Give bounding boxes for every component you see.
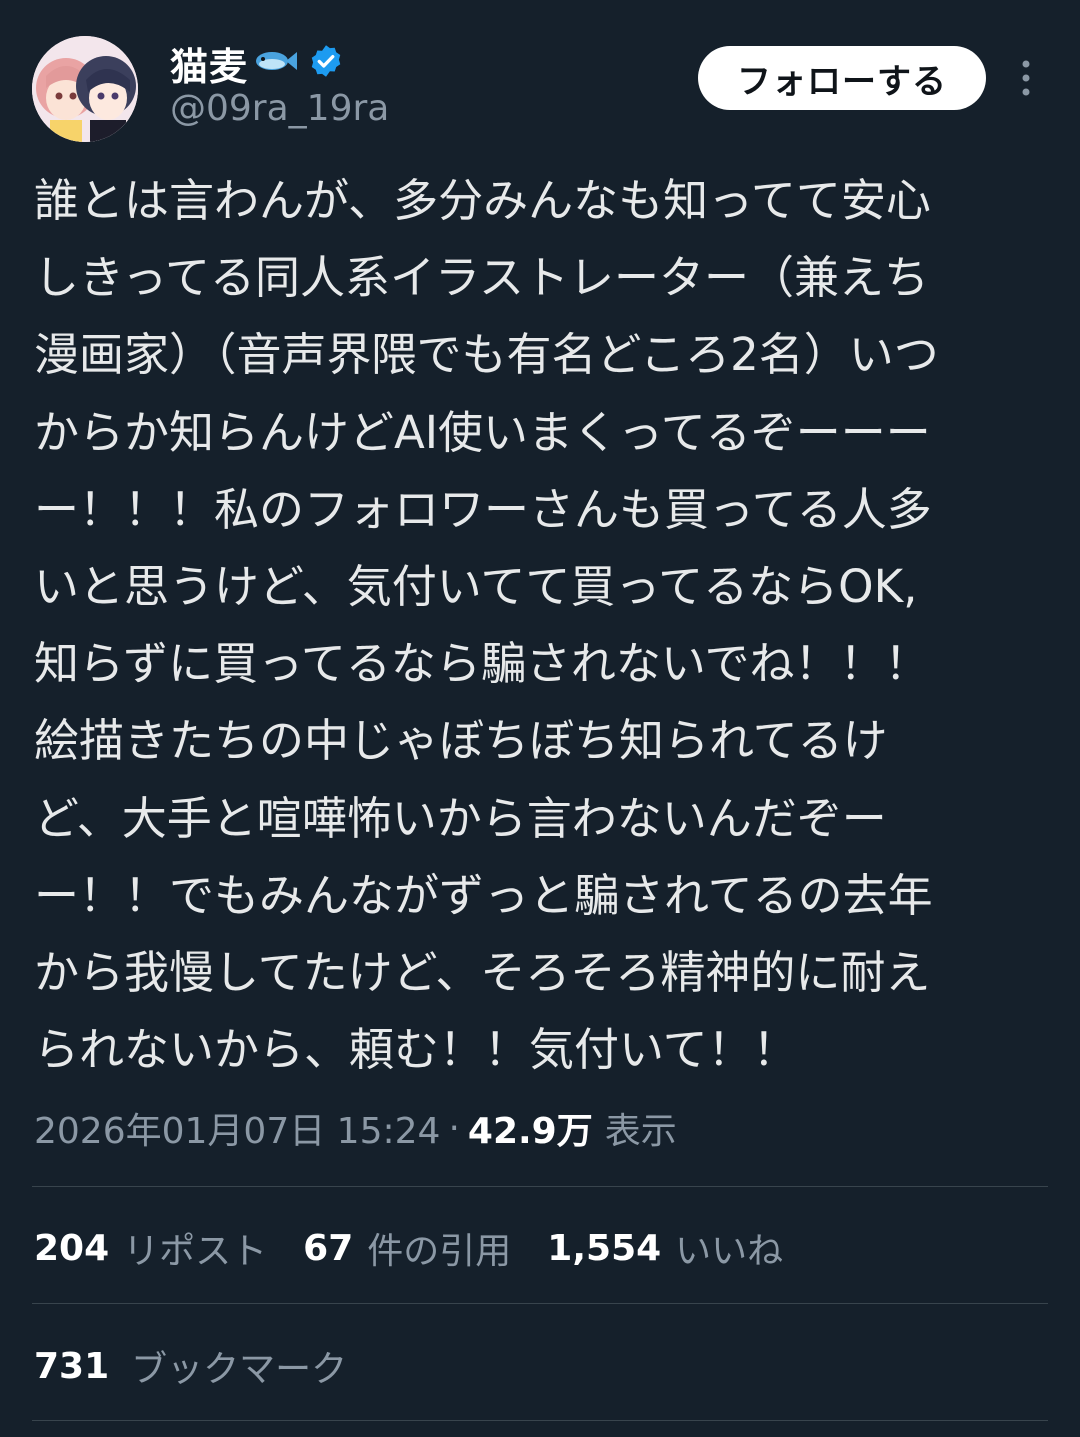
tweet-text-line: 知らずに買ってるなら騙されないでね！！！ bbox=[34, 637, 930, 691]
tweet-text-line: から我慢してたけど、そろそろ精神的に耐え bbox=[34, 945, 931, 999]
verified-badge-icon bbox=[308, 43, 344, 83]
likes-count: 1,554 bbox=[547, 1227, 662, 1269]
tweet-meta: 2026年01月07日 15:24 · 42.9万 表示 bbox=[34, 1100, 677, 1156]
likes-label: いいね bbox=[675, 1231, 784, 1272]
author-handle[interactable]: @09ra_19ra bbox=[170, 88, 389, 129]
tweet-text-line: 誰とは言わんが、多分みんなも知ってて安心 bbox=[34, 174, 931, 227]
author-avatar[interactable] bbox=[32, 36, 138, 142]
views-label: 表示 bbox=[604, 1111, 677, 1152]
follow-button[interactable]: フォローする bbox=[698, 46, 986, 110]
tweet-text-line: 漫画家）（音声界隈でも有名どころ2名）いつ bbox=[34, 328, 939, 382]
quotes-stat[interactable]: 67 件の引用 bbox=[303, 1222, 511, 1274]
tweet-text-line: 絵描きたちの中じゃぼちぼち知られてるけ bbox=[34, 714, 888, 768]
tweet-text-line: ど、大手と喧嘩怖いから言わないんだぞー bbox=[34, 791, 887, 845]
bookmarks-stat[interactable]: 731 ブックマーク bbox=[34, 1338, 347, 1394]
tweet-timestamp[interactable]: 2026年01月07日 15:24 bbox=[34, 1102, 440, 1154]
divider bbox=[32, 1303, 1048, 1304]
bookmarks-count: 731 bbox=[34, 1345, 110, 1387]
tweet-header: 猫麦 @09ra_19ra フォローする bbox=[0, 0, 1080, 150]
fish-icon bbox=[252, 47, 298, 79]
tweet-text-line: ー！！！私のフォロワーさんも買ってる人多 bbox=[34, 482, 932, 536]
author-name-line[interactable]: 猫麦 bbox=[170, 36, 344, 90]
tweet-text-line: しきってる同人系イラストレーター（兼えち bbox=[34, 251, 930, 305]
tweet-text-line: いと思うけど、気付いてて買ってるならOK, bbox=[34, 559, 918, 613]
views-count: 42.9万 bbox=[467, 1111, 593, 1152]
engagement-stats: 204 リポスト 67 件の引用 1,554 いいね bbox=[34, 1220, 819, 1276]
anime-avatar-icon bbox=[32, 36, 138, 142]
tweet-text-line: からか知らんけどAI使いまくってるぞーーー bbox=[34, 405, 931, 459]
quotes-count: 67 bbox=[303, 1227, 354, 1269]
meta-separator: · bbox=[448, 1107, 460, 1149]
tweet-text: 誰とは言わんが、多分みんなも知ってて安心 しきってる同人系イラストレーター（兼え… bbox=[34, 162, 1044, 1088]
reposts-stat[interactable]: 204 リポスト bbox=[34, 1222, 267, 1274]
divider bbox=[32, 1186, 1048, 1187]
reposts-count: 204 bbox=[34, 1227, 110, 1269]
author-display-name[interactable]: 猫麦 bbox=[170, 36, 248, 91]
tweet-text-line: られないから、頼む！！気付いて！！ bbox=[34, 1023, 798, 1077]
quotes-label: 件の引用 bbox=[367, 1231, 512, 1272]
divider bbox=[32, 1420, 1048, 1421]
tweet-text-line: ー！！でもみんながずっと騙されてるの去年 bbox=[34, 868, 933, 922]
bookmarks-label: ブックマーク bbox=[131, 1349, 348, 1390]
more-vertical-icon[interactable] bbox=[1010, 56, 1042, 100]
reposts-label: リポスト bbox=[123, 1231, 268, 1272]
likes-stat[interactable]: 1,554 いいね bbox=[547, 1222, 783, 1274]
